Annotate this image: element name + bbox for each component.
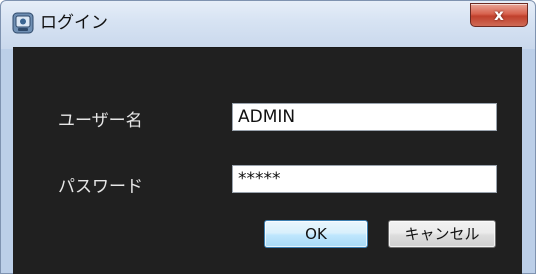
username-label: ユーザー名 (58, 111, 143, 131)
password-field[interactable] (232, 165, 497, 193)
app-icon (12, 12, 34, 34)
title-bar[interactable]: ログイン x (1, 1, 535, 47)
window-title: ログイン (40, 13, 108, 33)
login-form: ユーザー名 パスワード OK キャンセル (13, 47, 522, 274)
ok-button[interactable]: OK (264, 220, 368, 248)
close-button[interactable]: x (470, 3, 528, 27)
close-icon: x (494, 6, 504, 24)
password-label: パスワード (58, 177, 143, 197)
login-window: ログイン x ユーザー名 パスワード OK キャンセル (0, 0, 536, 274)
cancel-button[interactable]: キャンセル (388, 220, 496, 248)
username-field[interactable] (232, 103, 497, 131)
